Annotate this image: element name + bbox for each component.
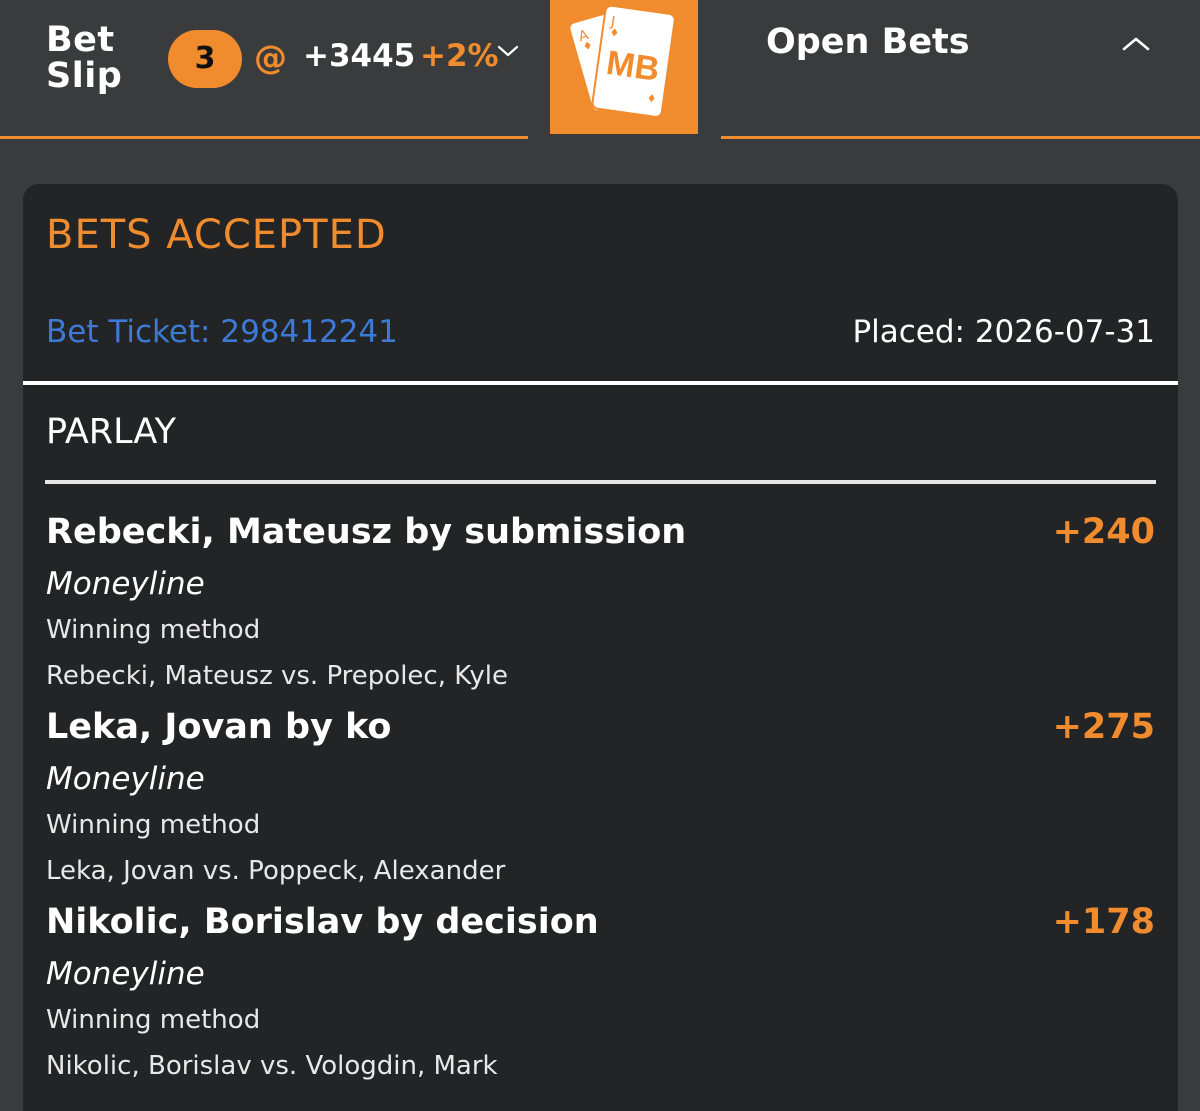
- leg-market: Moneyline: [46, 956, 205, 992]
- divider: [45, 480, 1156, 484]
- total-odds: +3445: [303, 38, 416, 74]
- leg-odds: +240: [1052, 512, 1155, 552]
- betslip-page: Bet Slip 3 @ +3445 +2% A J MB Open Bets …: [0, 0, 1200, 1111]
- brand-logo[interactable]: A J MB: [550, 0, 698, 134]
- playing-cards-icon: A J MB: [568, 4, 676, 118]
- selection-count-badge: 3: [168, 30, 242, 88]
- leg-bet-type: Winning method: [46, 1005, 261, 1035]
- parlay-leg: Rebecki, Mateusz by submission +240 Mone…: [46, 510, 1155, 705]
- leg-market: Moneyline: [46, 566, 205, 602]
- top-bar: Bet Slip 3 @ +3445 +2% A J MB Open Bets: [0, 0, 1200, 140]
- leg-matchup: Nikolic, Borislav vs. Vologdin, Mark: [46, 1051, 498, 1081]
- leg-bet-type: Winning method: [46, 615, 261, 645]
- divider: [23, 381, 1178, 385]
- bet-slip-title-line1: Bet: [46, 20, 115, 60]
- open-bets-label: Open Bets: [766, 22, 970, 62]
- leg-bet-type: Winning method: [46, 810, 261, 840]
- bet-type-label: PARLAY: [46, 412, 177, 452]
- parlay-leg: Leka, Jovan by ko +275 Moneyline Winning…: [46, 705, 1155, 900]
- odds-boost: +2%: [420, 38, 499, 74]
- leg-selection: Leka, Jovan by ko: [46, 707, 392, 747]
- leg-selection: Rebecki, Mateusz by submission: [46, 512, 687, 552]
- leg-odds: +178: [1052, 902, 1155, 942]
- leg-selection: Nikolic, Borislav by decision: [46, 902, 599, 942]
- chevron-up-icon[interactable]: [1121, 36, 1151, 52]
- placed-date: Placed: 2026-07-31: [852, 314, 1155, 350]
- parlay-legs-list: Rebecki, Mateusz by submission +240 Mone…: [46, 510, 1155, 1095]
- bet-slip-title: Bet Slip: [46, 22, 122, 94]
- leg-matchup: Rebecki, Mateusz vs. Prepolec, Kyle: [46, 661, 509, 691]
- bet-slip-tab[interactable]: Bet Slip 3 @ +3445 +2%: [0, 0, 528, 139]
- chevron-down-icon[interactable]: [497, 44, 519, 58]
- leg-market: Moneyline: [46, 761, 205, 797]
- bet-ticket-link[interactable]: Bet Ticket: 298412241: [46, 314, 398, 350]
- logo-text: MB: [604, 44, 662, 89]
- leg-matchup: Leka, Jovan vs. Poppeck, Alexander: [46, 856, 506, 886]
- open-bets-tab[interactable]: Open Bets: [721, 0, 1200, 139]
- bets-accepted-heading: BETS ACCEPTED: [46, 212, 387, 258]
- at-symbol: @: [254, 38, 287, 77]
- bet-receipt-card: BETS ACCEPTED Bet Ticket: 298412241 Plac…: [23, 184, 1178, 1111]
- bet-slip-title-line2: Slip: [46, 56, 123, 96]
- leg-odds: +275: [1052, 707, 1155, 747]
- parlay-leg: Nikolic, Borislav by decision +178 Money…: [46, 900, 1155, 1095]
